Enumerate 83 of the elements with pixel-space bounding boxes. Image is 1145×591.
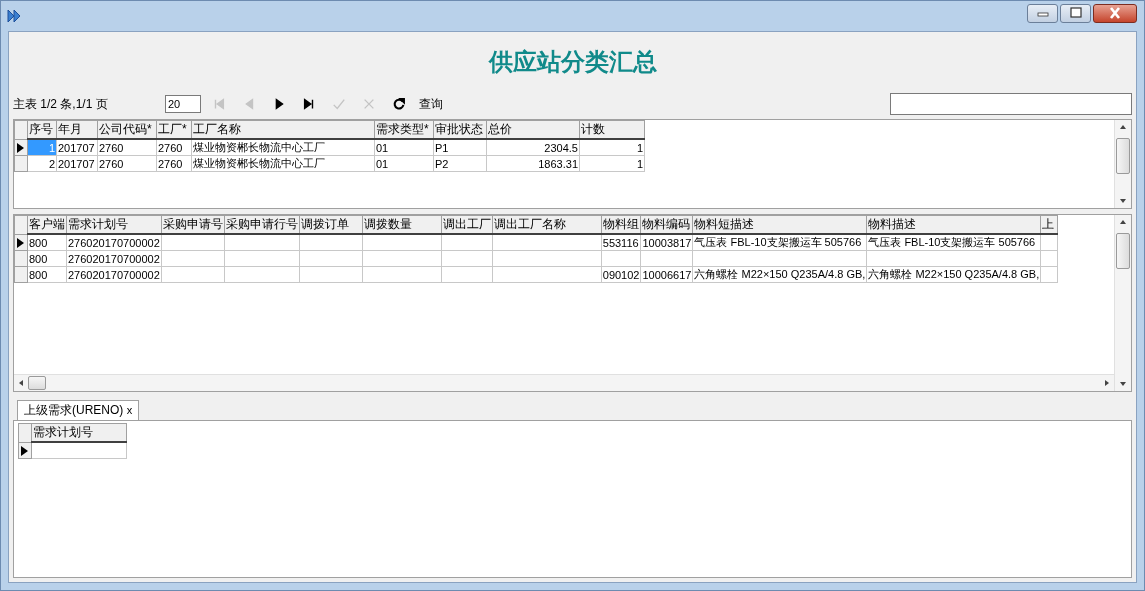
table-cell: 201707 [56,155,98,172]
minimize-button[interactable] [1027,3,1058,23]
table-cell: 800 [27,266,67,283]
scroll-thumb[interactable] [1116,138,1130,174]
cancel-icon [362,97,376,111]
scroll-up-icon[interactable] [1120,220,1126,224]
column-header[interactable]: 采购申请行号 [224,215,300,234]
confirm-icon [332,97,346,111]
table-cell: 2304.5 [486,139,580,156]
horizontal-scrollbar[interactable] [14,374,1114,391]
column-header[interactable]: 序号 [27,120,57,139]
table-cell: 2 [27,155,57,172]
table-cell: 1 [579,155,645,172]
column-header[interactable]: 调出工厂 [441,215,493,234]
column-header[interactable]: 年月 [56,120,98,139]
table-cell: 800 [27,250,67,267]
table-cell: 2760 [97,139,157,156]
scroll-thumb[interactable] [28,376,46,390]
column-header[interactable]: 需求计划号 [31,423,127,442]
table-cell: 气压表 FBL-10支架搬运车 505766 [692,234,867,251]
page-info: 主表 1/2 条,1/1 页 [13,95,109,113]
column-header[interactable]: 工厂名称 [191,120,375,139]
header-corner [18,423,32,442]
column-header[interactable]: 物料组 [601,215,641,234]
table-cell: 800 [27,234,67,251]
table-cell: 1 [579,139,645,156]
table-cell: 276020170700002 [66,234,162,251]
column-header[interactable]: 计数 [579,120,645,139]
scroll-left-icon[interactable] [19,380,23,386]
scroll-down-icon[interactable] [1120,382,1126,386]
table-cell: 201707 [56,139,98,156]
scroll-right-icon[interactable] [1105,380,1109,386]
table-cell: 090102 [601,266,641,283]
last-icon [302,97,316,111]
column-header[interactable]: 物料描述 [866,215,1041,234]
window-title: 供应站分类汇总 [488,48,657,77]
table-cell: 2760 [156,139,192,156]
table-cell: 煤业物资郴长物流中心工厂 [191,155,375,172]
scroll-up-icon[interactable] [1120,125,1126,129]
page-size-field[interactable]: 20 [165,95,201,113]
table-cell: 276020170700002 [66,266,162,283]
column-header[interactable]: 审批状态 [433,120,487,139]
table-cell: P2 [433,155,487,172]
query-button[interactable]: 查询 [417,95,445,113]
table-cell: 2760 [97,155,157,172]
table-cell: 10003817 [641,234,693,251]
column-header[interactable]: 调出工厂名称 [492,215,602,234]
search-field[interactable] [890,93,1132,115]
vertical-scrollbar[interactable] [1114,120,1131,208]
app-icon [6,8,22,24]
column-header[interactable]: 需求计划号 [66,215,162,234]
tab[interactable]: 上级需求(URENO) x [17,400,140,420]
column-header[interactable]: 物料短描述 [692,215,867,234]
table-cell: P1 [433,139,487,156]
table-cell: 煤业物资郴长物流中心工厂 [191,139,375,156]
table-cell: 01 [374,139,434,156]
table-cell: 01 [374,155,434,172]
column-header[interactable]: 调拨数量 [362,215,442,234]
column-header[interactable]: 采购申请号 [161,215,225,234]
table-cell: 六角螺栓 M22×150 Q235A/4.8 GB, [692,266,867,283]
table-cell: 276020170700002 [66,250,162,267]
refresh-icon [392,97,406,111]
close-icon[interactable]: x [126,404,133,416]
row-indicator[interactable] [18,442,32,459]
column-header[interactable]: 客户端 [27,215,67,234]
vertical-scrollbar[interactable] [1114,215,1131,391]
maximize-button[interactable] [1060,3,1091,23]
column-header[interactable]: 需求类型* [374,120,434,139]
column-header[interactable]: 总价 [486,120,580,139]
column-header[interactable]: 调拨订单 [299,215,363,234]
close-button[interactable] [1093,3,1137,23]
column-header[interactable]: 公司代码* [97,120,157,139]
column-header[interactable]: 工厂* [156,120,192,139]
table-cell: 2760 [156,155,192,172]
table-cell: 气压表 FBL-10支架搬运车 505766 [866,234,1041,251]
table-cell: 553116 [601,234,641,251]
first-icon [212,97,226,111]
table-cell: 六角螺栓 M22×150 Q235A/4.8 GB, [866,266,1041,283]
scroll-down-icon[interactable] [1120,199,1126,203]
scroll-thumb[interactable] [1116,233,1130,269]
table-cell: 10006617 [641,266,693,283]
column-header[interactable]: 物料编码 [641,215,693,234]
table-cell: 1863.31 [486,155,580,172]
